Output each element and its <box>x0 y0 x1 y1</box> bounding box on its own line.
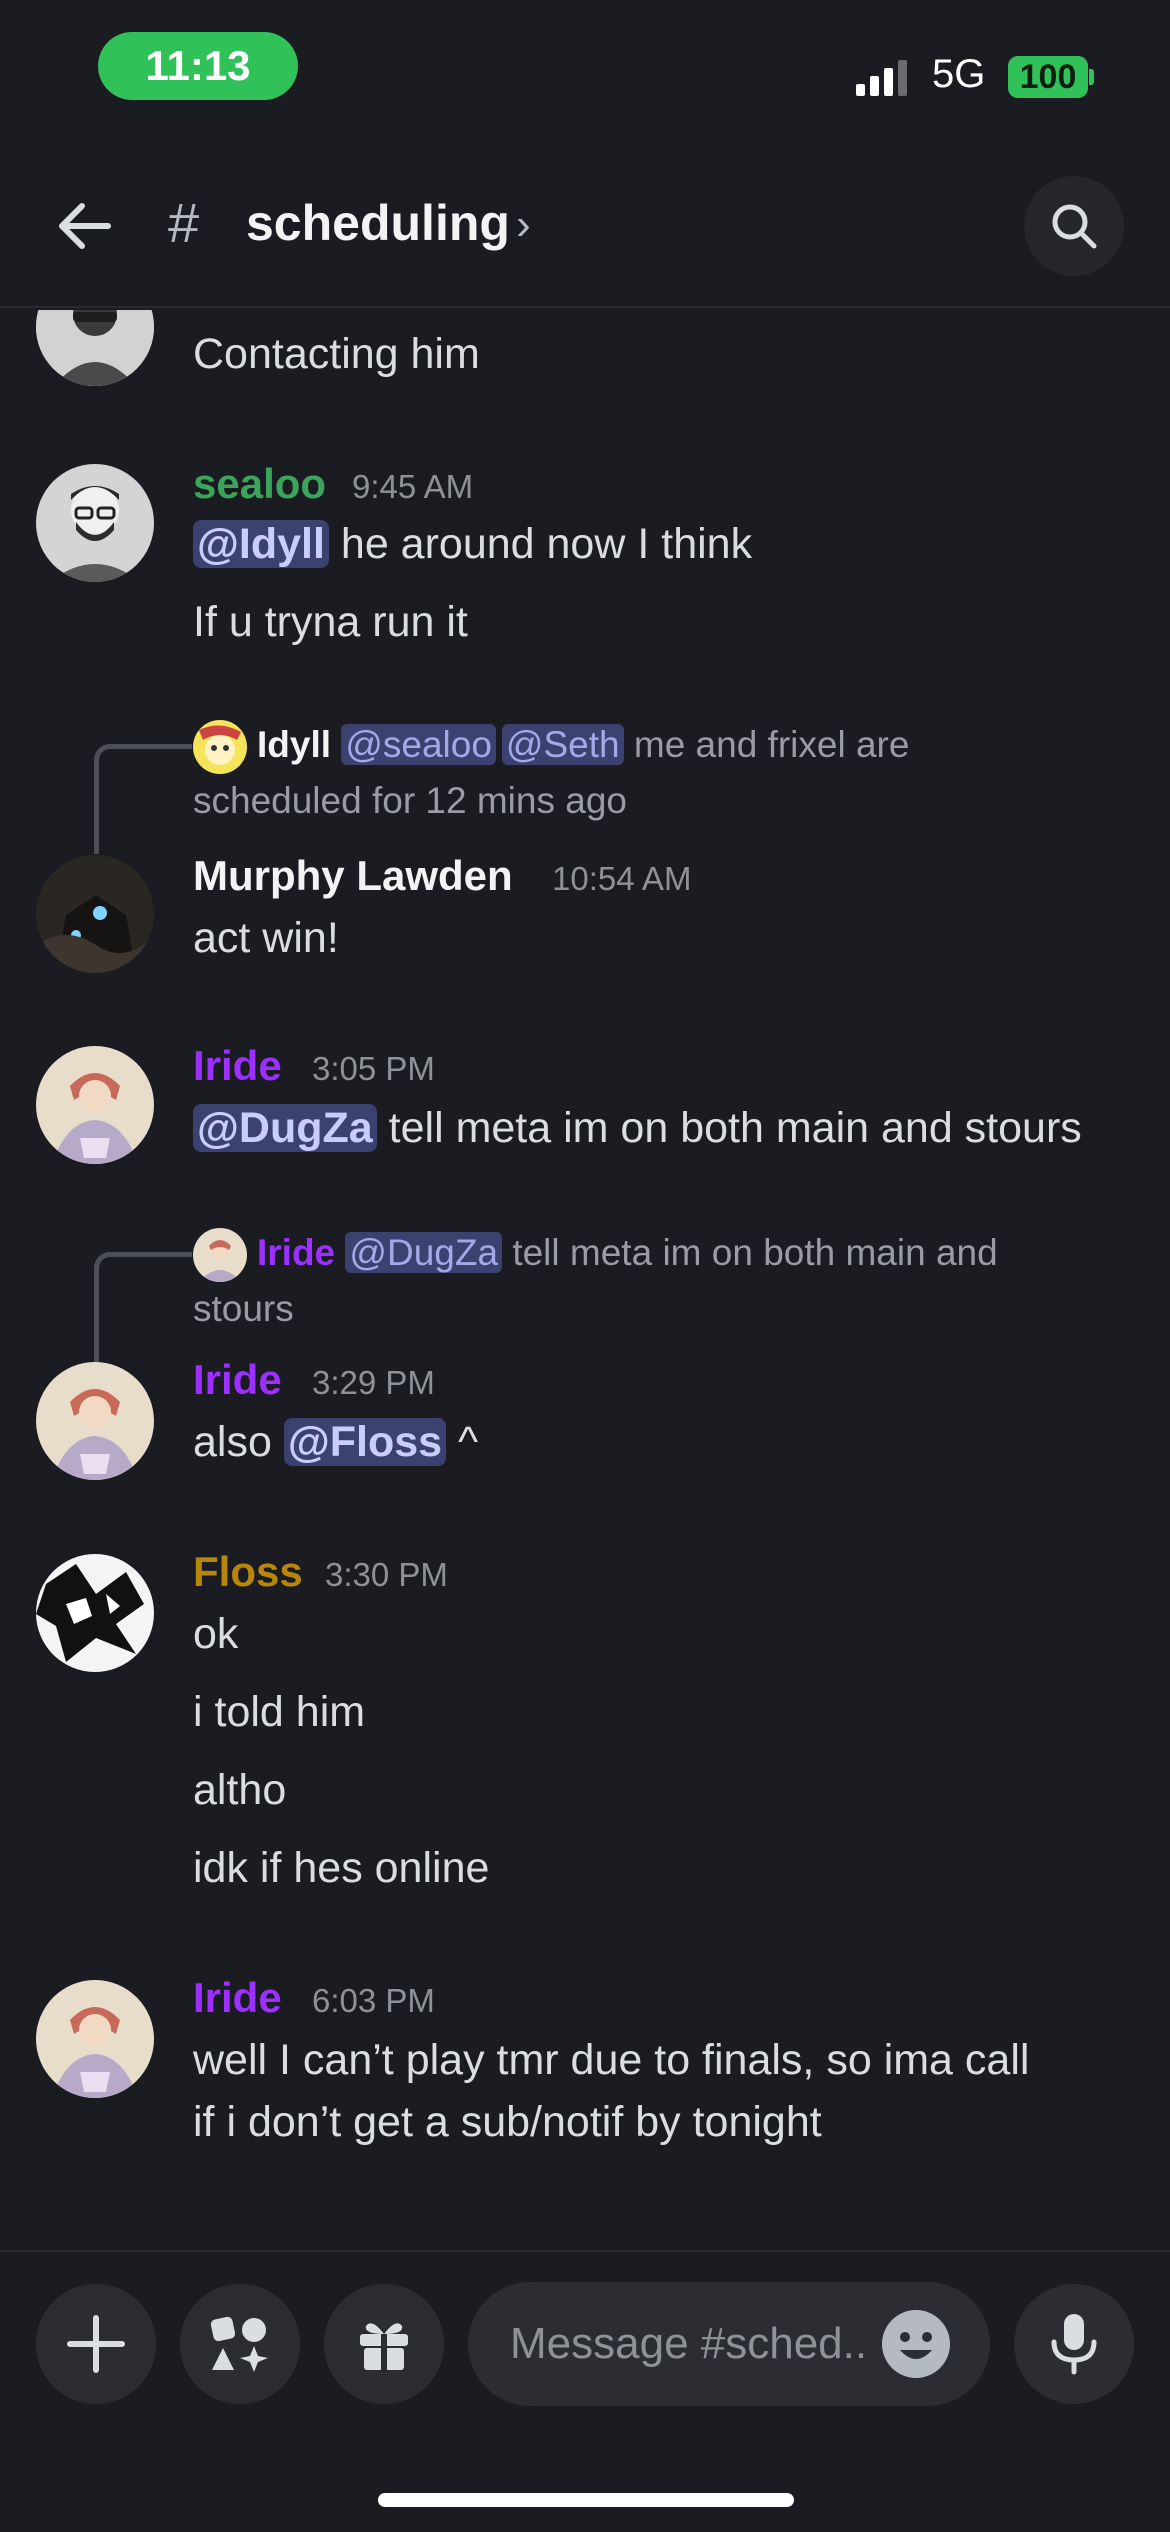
battery-nub <box>1089 69 1094 85</box>
message-text: @DugZa tell meta im on both main and sto… <box>193 1104 1082 1153</box>
message-author[interactable]: Iride <box>193 1356 282 1404</box>
message-timestamp: 9:45 AM <box>352 468 474 505</box>
avatar[interactable] <box>36 1362 154 1480</box>
message-fragment: also <box>193 1418 272 1466</box>
network-type: 5G <box>932 52 986 96</box>
reply-text: tell meta im on both main and <box>512 1232 998 1273</box>
message-timestamp: 6:03 PM <box>312 1982 435 2019</box>
person-illustration-icon <box>193 1228 247 1282</box>
search-button[interactable] <box>1024 176 1124 276</box>
reply-text: scheduled for 12 mins ago <box>193 780 627 821</box>
message-input-container[interactable] <box>468 2282 990 2406</box>
smiley-icon <box>884 2312 948 2376</box>
battery-icon: 100 <box>1008 56 1088 98</box>
status-time: 11:13 <box>98 32 298 100</box>
yellow-character-icon <box>193 720 247 774</box>
message-fragment: he around now I think <box>340 520 753 568</box>
user-mention[interactable]: @Floss <box>283 1418 447 1466</box>
message-text: ok <box>193 1610 239 1658</box>
message-author[interactable]: Floss <box>193 1548 303 1596</box>
message-text: well I can’t play tmr due to finals, so … <box>193 2036 1030 2084</box>
channel-name[interactable]: scheduling <box>246 194 510 252</box>
battery-level: 100 <box>1019 57 1077 96</box>
cellular-signal-icon <box>856 56 916 96</box>
avatar[interactable] <box>36 1554 154 1672</box>
reply-preview[interactable]: Idyll @sealoo @Seth me and frixel are <box>257 724 909 766</box>
message-author[interactable]: Iride <box>193 1974 282 2022</box>
message-text: i told him <box>193 1688 366 1736</box>
message-author[interactable]: sealoo <box>193 460 326 508</box>
message-author[interactable]: Iride <box>193 1042 282 1090</box>
person-illustration-icon <box>36 1362 154 1480</box>
avatar[interactable] <box>36 310 154 386</box>
message-timestamp: 3:30 PM <box>325 1556 448 1593</box>
reply-text: stours <box>193 1288 294 1329</box>
reply-text: me and frixel are <box>633 724 910 765</box>
user-mention[interactable]: @sealoo <box>341 724 496 765</box>
message-timestamp: 10:54 AM <box>552 860 692 897</box>
gift-button[interactable] <box>324 2284 444 2404</box>
avatar[interactable] <box>36 464 154 582</box>
message-timestamp: 3:29 PM <box>312 1364 435 1401</box>
message-fragment: tell meta im on both main and stours <box>388 1104 1082 1152</box>
reply-author: Iride <box>257 1232 336 1273</box>
message-input[interactable] <box>510 2312 870 2376</box>
manga-art-icon <box>36 1554 154 1672</box>
hash-icon: # <box>168 191 200 254</box>
person-photo-icon <box>36 310 154 386</box>
voice-message-button[interactable] <box>1014 2284 1134 2404</box>
user-mention[interactable]: @Seth <box>501 724 624 765</box>
status-bar: 11:13 5G 100 <box>0 0 1170 140</box>
person-photo-icon <box>36 464 154 582</box>
message-composer <box>0 2250 1170 2430</box>
avatar[interactable] <box>36 855 154 973</box>
add-attachment-button[interactable] <box>36 2284 156 2404</box>
message-author[interactable]: Murphy Lawden <box>193 852 513 900</box>
avatar-mini[interactable] <box>193 1228 247 1282</box>
message-fragment: ^ <box>458 1418 479 1466</box>
channel-header: # scheduling › <box>0 140 1170 308</box>
chevron-right-icon[interactable]: › <box>516 200 531 250</box>
message-text: if i don’t get a sub/notif by tonight <box>193 2098 822 2146</box>
reply-connector <box>94 1252 192 1362</box>
message-timestamp: 3:05 PM <box>312 1050 435 1087</box>
back-button[interactable] <box>48 190 120 262</box>
message-text: Contacting him <box>193 330 480 378</box>
user-mention[interactable]: @DugZa <box>193 1104 377 1152</box>
robot-character-icon <box>36 855 154 973</box>
reply-author: Idyll <box>257 724 332 765</box>
reply-preview[interactable]: Iride @DugZa tell meta im on both main a… <box>257 1232 998 1274</box>
emoji-button[interactable] <box>882 2310 950 2378</box>
arrow-left-icon <box>59 203 111 249</box>
message-text: @Idyll he around now I think <box>193 520 752 569</box>
message-text: If u tryna run it <box>193 598 468 646</box>
user-mention[interactable]: @DugZa <box>345 1232 503 1273</box>
avatar[interactable] <box>36 1980 154 2098</box>
home-indicator <box>378 2493 794 2507</box>
apps-icon <box>210 2316 268 2372</box>
avatar[interactable] <box>36 1046 154 1164</box>
search-icon <box>1052 204 1097 249</box>
avatar-mini[interactable] <box>193 720 247 774</box>
person-illustration-icon <box>36 1980 154 2098</box>
message-text: altho <box>193 1766 287 1814</box>
microphone-icon <box>1051 2314 1097 2375</box>
plus-icon <box>67 2315 125 2373</box>
user-mention[interactable]: @Idyll <box>193 520 329 568</box>
apps-button[interactable] <box>180 2284 300 2404</box>
person-illustration-icon <box>36 1046 154 1164</box>
message-list[interactable]: Contacting him sealoo 9:45 AM @Idyll he … <box>0 310 1170 2250</box>
message-text: act win! <box>193 914 339 962</box>
reply-connector <box>94 744 192 854</box>
message-text: also @Floss ^ <box>193 1418 478 1467</box>
message-text: idk if hes online <box>193 1844 490 1892</box>
gift-icon <box>360 2323 408 2370</box>
